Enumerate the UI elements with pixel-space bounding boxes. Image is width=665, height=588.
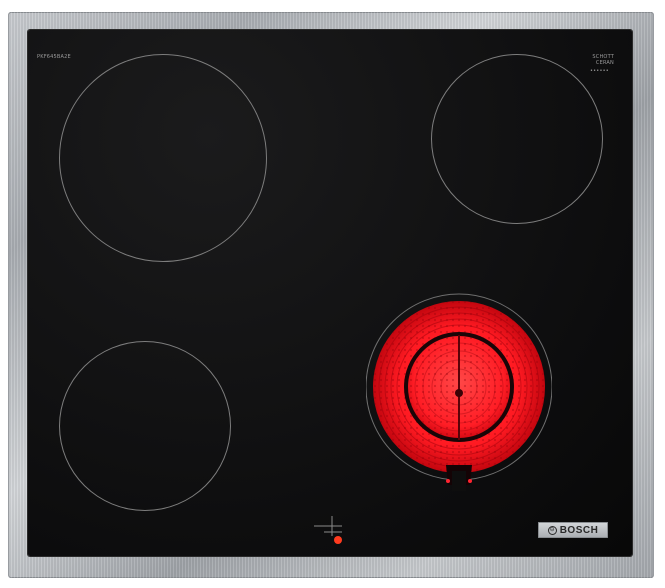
cooking-zone-front-left[interactable] [59, 341, 231, 511]
model-code-label: PKF645BA2E [37, 54, 71, 60]
glass-brand-label: SCHOTT CERAN [592, 54, 614, 66]
bosch-armature-icon: ⊖ [547, 525, 557, 535]
cooking-zone-front-left-rear[interactable] [59, 54, 267, 262]
brand-name: BOSCH [559, 524, 599, 536]
brand-plate: ⊖ BOSCH [538, 522, 608, 538]
heating-element-graphic [365, 293, 553, 491]
glass-brand-sublabel: •••••• [590, 68, 609, 74]
indicator-light-icon [334, 536, 342, 544]
crosshair-control-icon [314, 516, 342, 544]
zone-control-marker[interactable] [312, 514, 352, 550]
cooking-zone-front-right-active[interactable] [365, 275, 553, 505]
cooking-zone-rear-right[interactable] [431, 54, 603, 224]
